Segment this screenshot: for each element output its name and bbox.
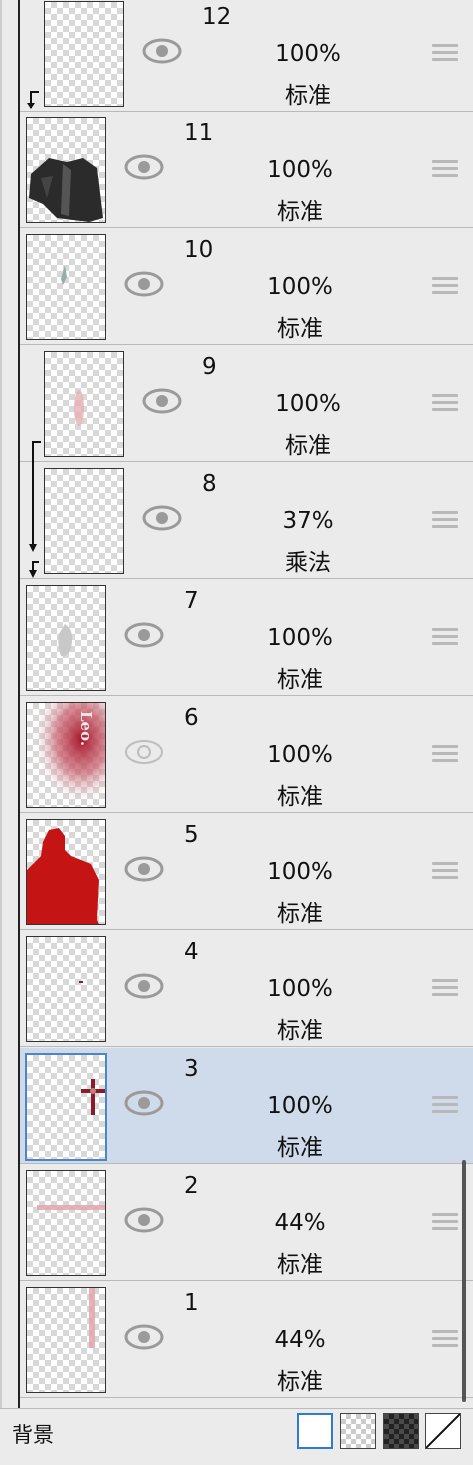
eye-icon[interactable] — [142, 36, 182, 66]
layer-row-1[interactable]: 1 44% 标准 — [20, 1282, 473, 1398]
layer-thumbnail[interactable] — [26, 117, 106, 223]
thumb-signature-text: Leo. — [77, 711, 95, 746]
layer-opacity: 100% — [267, 157, 333, 183]
eye-icon[interactable] — [124, 1322, 164, 1352]
drag-handle-icon[interactable] — [432, 979, 458, 999]
drag-handle-icon[interactable] — [432, 628, 458, 648]
layer-blend-mode: 标准 — [285, 433, 331, 459]
layer-blend-mode: 标准 — [277, 1369, 323, 1395]
drag-handle-icon[interactable] — [432, 1096, 458, 1116]
layer-number: 2 — [184, 1173, 199, 1199]
layer-opacity: 37% — [282, 508, 334, 534]
layer-number: 12 — [202, 4, 232, 30]
drag-handle-icon[interactable] — [432, 44, 458, 64]
layer-row-10[interactable]: 10 100% 标准 — [20, 229, 473, 345]
layer-row-12[interactable]: 12 100% 标准 — [20, 0, 473, 112]
layer-thumbnail[interactable] — [26, 819, 106, 925]
layer-row-2[interactable]: 2 44% 标准 — [20, 1165, 473, 1281]
layer-row-4[interactable]: 4 100% 标准 — [20, 931, 473, 1047]
layer-opacity: 100% — [267, 274, 333, 300]
layer-thumbnail[interactable] — [44, 468, 124, 574]
drag-handle-icon[interactable] — [432, 511, 458, 531]
slash-icon — [425, 1413, 461, 1449]
layer-number: 3 — [184, 1056, 199, 1082]
layer-number: 1 — [184, 1290, 199, 1316]
layer-blend-mode: 乘法 — [285, 550, 331, 576]
layer-blend-mode: 标准 — [285, 83, 331, 109]
layer-opacity: 100% — [267, 625, 333, 651]
layer-row-9[interactable]: 9 100% 标准 — [20, 346, 473, 462]
transparent-background-option[interactable] — [340, 1413, 376, 1449]
layer-number: 5 — [184, 822, 199, 848]
layer-thumbnail[interactable] — [26, 585, 106, 691]
layer-number: 9 — [202, 354, 217, 380]
layer-row-5[interactable]: 5 100% 标准 — [20, 814, 473, 930]
drag-handle-icon[interactable] — [432, 745, 458, 765]
drag-handle-icon[interactable] — [432, 160, 458, 180]
layer-blend-mode: 标准 — [277, 901, 323, 927]
layer-row-7[interactable]: 7 100% 标准 — [20, 580, 473, 696]
panel-left-edge — [0, 0, 2, 1408]
layer-opacity: 100% — [275, 41, 341, 67]
layer-opacity: 100% — [267, 1093, 333, 1119]
eye-icon[interactable] — [124, 854, 164, 884]
drag-handle-icon[interactable] — [432, 1213, 458, 1233]
layer-blend-mode: 标准 — [277, 199, 323, 225]
eye-icon[interactable] — [124, 1205, 164, 1235]
layer-number: 4 — [184, 939, 199, 965]
layer-blend-mode: 标准 — [277, 1135, 323, 1161]
layer-number: 10 — [184, 237, 214, 263]
clip-arrow-icon — [27, 91, 39, 109]
no-background-option[interactable] — [425, 1413, 461, 1449]
background-label: 背景 — [12, 1423, 54, 1447]
layer-blend-mode: 标准 — [277, 316, 323, 342]
drag-handle-icon[interactable] — [432, 394, 458, 414]
layer-blend-mode: 标准 — [277, 1252, 323, 1278]
layer-number: 11 — [184, 120, 214, 146]
clip-group-arrow-icon — [29, 441, 41, 578]
layer-blend-mode: 标准 — [277, 784, 323, 810]
eye-icon[interactable] — [124, 152, 164, 182]
layer-thumbnail[interactable] — [44, 1, 124, 107]
layer-thumbnail[interactable] — [26, 936, 106, 1042]
layer-opacity: 100% — [275, 391, 341, 417]
layer-opacity: 100% — [267, 859, 333, 885]
layer-row-6[interactable]: Leo. 6 100% 标准 — [20, 697, 473, 813]
background-footer: 背景 — [0, 1408, 473, 1465]
layer-blend-mode: 标准 — [277, 1018, 323, 1044]
drag-handle-icon[interactable] — [432, 862, 458, 882]
eye-icon[interactable] — [124, 971, 164, 1001]
layer-thumbnail[interactable] — [26, 234, 106, 340]
eye-icon[interactable] — [124, 269, 164, 299]
drag-handle-icon[interactable] — [432, 277, 458, 297]
eye-icon[interactable] — [142, 503, 182, 533]
layer-row-11[interactable]: 11 100% 标准 — [20, 112, 473, 228]
layer-opacity: 44% — [274, 1327, 326, 1353]
layer-row-8[interactable]: 8 37% 乘法 — [20, 463, 473, 579]
layer-opacity: 44% — [274, 1210, 326, 1236]
layer-number: 6 — [184, 705, 199, 731]
layer-thumbnail[interactable]: Leo. — [26, 702, 106, 808]
layer-number: 8 — [202, 471, 217, 497]
layer-blend-mode: 标准 — [277, 667, 323, 693]
white-background-option[interactable] — [297, 1413, 333, 1449]
dark-checker-background-option[interactable] — [383, 1413, 419, 1449]
drag-handle-icon[interactable] — [432, 1330, 458, 1350]
layer-row-3[interactable]: 3 100% 标准 — [20, 1048, 473, 1164]
layer-thumbnail[interactable] — [44, 351, 124, 457]
eye-icon[interactable] — [124, 737, 164, 767]
layer-thumbnail[interactable] — [26, 1170, 106, 1276]
layer-thumbnail[interactable] — [25, 1053, 107, 1161]
layer-opacity: 100% — [267, 976, 333, 1002]
layer-opacity: 100% — [267, 742, 333, 768]
layer-thumbnail[interactable] — [26, 1287, 106, 1393]
scrollbar[interactable] — [462, 1160, 466, 1402]
eye-icon[interactable] — [124, 1088, 164, 1118]
layer-number: 7 — [184, 588, 199, 614]
eye-icon[interactable] — [142, 386, 182, 416]
eye-icon[interactable] — [124, 620, 164, 650]
